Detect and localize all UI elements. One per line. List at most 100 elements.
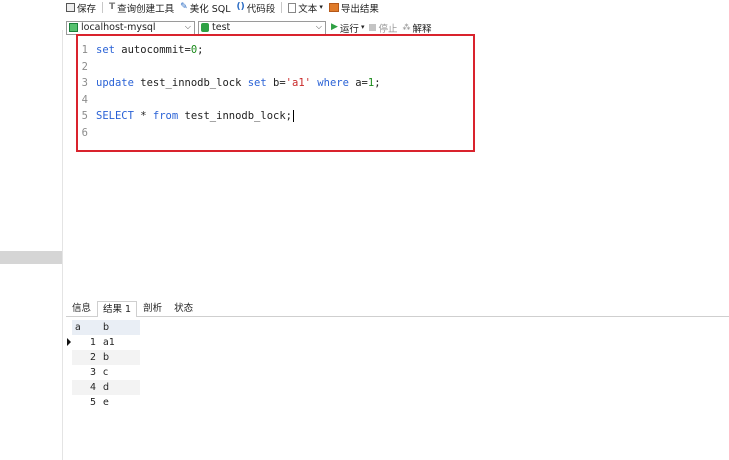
save-icon — [66, 3, 75, 12]
code-line[interactable]: 3 update test_innodb_lock set b='a1' wher… — [66, 75, 729, 91]
cell-a[interactable]: 5 — [72, 395, 100, 410]
grid-header-row: a b — [66, 320, 140, 335]
save-label: 保存 — [77, 3, 97, 15]
main-toolbar: 保存 T 查询创建工具 ✎ 美化 SQL () 代码段 文本 ▾ 导出结果 — [66, 0, 385, 15]
line-number: 1 — [81, 44, 88, 56]
text-cursor — [293, 110, 294, 122]
code-line[interactable]: 1 set autocommit=0; — [66, 42, 729, 58]
line-number: 6 — [81, 126, 88, 139]
result-grid[interactable]: a b 1 a1 2 b 3 c 4 d 5 e — [66, 320, 140, 410]
sql-editor[interactable]: 1 set autocommit=0; 2 3 update test_innodb_l… — [66, 38, 729, 293]
line-number: 4 — [81, 93, 88, 106]
cell-b[interactable]: d — [100, 380, 140, 395]
beautify-sql-button[interactable]: ✎ 美化 SQL — [180, 1, 230, 15]
explain-button[interactable]: ⁂ 解释 — [402, 21, 431, 35]
text-button[interactable]: 文本 ▾ — [288, 1, 323, 15]
connection-icon — [69, 23, 78, 32]
sql-text: test_innodb_lock; — [178, 110, 292, 122]
code-text: set autocommit=0; — [96, 42, 203, 58]
run-label: 运行 — [339, 23, 359, 35]
sql-text: autocommit= — [114, 44, 191, 56]
sql-text: a= — [348, 77, 368, 89]
sql-keyword: set — [247, 77, 267, 89]
chevron-down-icon: ⌵ — [184, 21, 191, 31]
sql-keyword: from — [152, 110, 179, 122]
sql-keyword: SELECT — [96, 110, 134, 122]
result-tab-bar: 信息 结果 1 剖析 状态 — [66, 298, 729, 317]
explain-icon: ⁂ — [402, 22, 411, 32]
database-icon — [201, 23, 209, 32]
export-result-label: 导出结果 — [340, 3, 379, 15]
sql-text: ; — [374, 77, 381, 89]
sql-keyword: where — [317, 77, 349, 89]
database-value: test — [212, 22, 231, 33]
cell-a[interactable]: 2 — [72, 350, 100, 365]
sql-text: b= — [266, 77, 286, 89]
code-text: update test_innodb_lock set b='a1' where… — [96, 75, 381, 91]
code-snippet-icon: () — [236, 2, 245, 12]
table-row[interactable]: 1 a1 — [66, 335, 140, 350]
connection-bar: localhost-mysql ⌵ test ⌵ ▶ 运行 ▾ 停止 ⁂ 解释 — [66, 20, 436, 35]
table-row[interactable]: 2b — [66, 350, 140, 365]
row-indicator — [66, 335, 72, 350]
table-row[interactable]: 5e — [66, 395, 140, 410]
sql-text: test_innodb_lock — [133, 77, 248, 89]
code-text: SELECT * from test_innodb_lock; — [96, 108, 294, 124]
cell-b[interactable]: a1 — [100, 335, 140, 350]
cell-a[interactable]: 4 — [72, 380, 100, 395]
tab-profile[interactable]: 剖析 — [137, 300, 168, 316]
sql-text: ; — [197, 44, 204, 56]
connection-select[interactable]: localhost-mysql ⌵ — [66, 20, 195, 35]
row-indicator — [66, 350, 72, 365]
table-row[interactable]: 3c — [66, 365, 140, 380]
sql-string: 'a1' — [285, 77, 311, 89]
line-number: 2 — [81, 60, 88, 73]
explain-label: 解释 — [412, 23, 432, 35]
database-select[interactable]: test ⌵ — [198, 20, 326, 35]
cell-b[interactable]: b — [100, 350, 140, 365]
cell-b[interactable]: e — [100, 395, 140, 410]
query-builder-button[interactable]: T 查询创建工具 — [109, 1, 174, 15]
row-indicator — [66, 395, 72, 410]
run-button[interactable]: ▶ 运行 ▾ — [331, 21, 364, 35]
table-row[interactable]: 4d — [66, 380, 140, 395]
sql-keyword: set — [96, 44, 115, 56]
toolbar-divider — [102, 2, 104, 13]
navigation-pane — [0, 30, 63, 460]
chevron-down-icon: ▾ — [360, 23, 365, 31]
stop-icon — [369, 24, 377, 31]
line-number: 5 — [81, 110, 88, 122]
tab-info[interactable]: 信息 — [66, 300, 97, 316]
column-header-a[interactable]: a — [72, 320, 100, 335]
navigation-selected-item[interactable] — [0, 251, 62, 264]
code-line[interactable]: 4 — [66, 92, 729, 108]
export-result-button[interactable]: 导出结果 — [328, 1, 379, 15]
cell-a[interactable]: 1 — [72, 335, 100, 350]
tab-result-1[interactable]: 结果 1 — [97, 301, 138, 317]
code-snippet-label: 代码段 — [246, 3, 276, 15]
export-icon — [328, 3, 339, 12]
line-number: 3 — [81, 77, 88, 89]
row-indicator — [66, 380, 72, 395]
stop-label: 停止 — [378, 23, 398, 35]
row-indicator — [66, 365, 72, 380]
play-icon: ▶ — [331, 22, 338, 32]
stop-button[interactable]: 停止 — [369, 21, 397, 35]
save-button[interactable]: 保存 — [66, 1, 96, 15]
code-line[interactable]: 2 — [66, 59, 729, 75]
code-line[interactable]: 6 — [66, 125, 729, 141]
column-header-b[interactable]: b — [100, 320, 140, 335]
query-builder-icon: T — [109, 2, 116, 12]
code-snippet-button[interactable]: () 代码段 — [237, 1, 276, 15]
beautify-icon: ✎ — [180, 2, 188, 12]
cell-b[interactable]: c — [100, 365, 140, 380]
cell-a[interactable]: 3 — [72, 365, 100, 380]
text-document-icon — [288, 2, 297, 13]
sql-text: * — [133, 110, 153, 122]
run-controls: ▶ 运行 ▾ 停止 ⁂ 解释 — [331, 21, 436, 35]
beautify-sql-label: 美化 SQL — [189, 3, 231, 15]
code-line[interactable]: 5 SELECT * from test_innodb_lock; — [66, 108, 729, 124]
tab-status[interactable]: 状态 — [168, 300, 199, 316]
chevron-down-icon: ⌵ — [315, 21, 322, 31]
toolbar-divider — [281, 2, 283, 13]
